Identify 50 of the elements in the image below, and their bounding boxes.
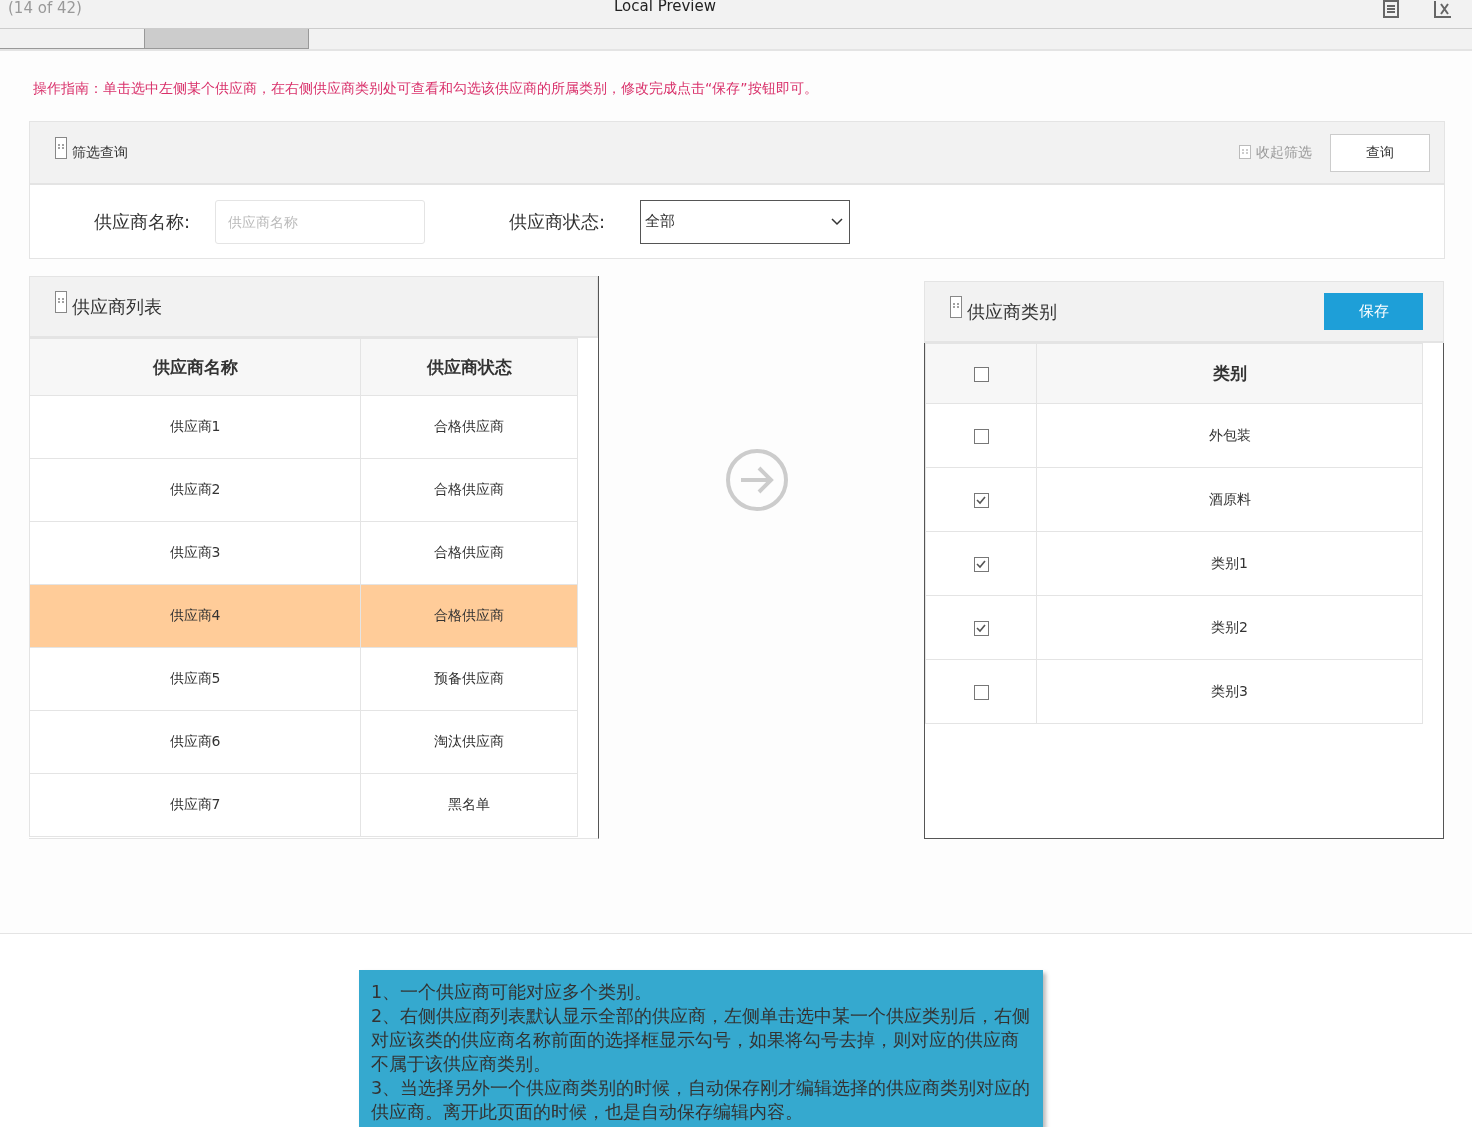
note-text: 3、当选择另外一个供应商类别的时候，自动保存刚才编辑选择的供应商类别对应的供应商。离开此页面的时候，也是自动保存编辑内容。 — [371, 1077, 1031, 1124]
column-header: 类别 — [1036, 343, 1423, 404]
note-text: 1、一个供应商可能对应多个类别。 — [371, 981, 654, 1004]
checkbox[interactable] — [973, 620, 989, 636]
status-dropdown[interactable]: 全部 — [640, 199, 850, 244]
document-icon[interactable] — [1382, 0, 1400, 18]
variable-icon[interactable] — [1433, 0, 1453, 18]
table-cell[interactable]: 供应商1 — [29, 395, 361, 459]
table-cell: 类别2 — [1036, 595, 1423, 660]
broken-image-icon — [1239, 144, 1251, 159]
broken-image-icon — [55, 136, 67, 159]
table-cell: 类别3 — [1036, 659, 1423, 724]
table-cell[interactable]: 合格供应商 — [360, 458, 578, 522]
query-button[interactable]: 查询 — [1330, 133, 1430, 172]
checkbox[interactable] — [973, 684, 989, 700]
page-counter: (14 of 42) — [8, 0, 82, 17]
table-cell[interactable]: 供应商7 — [29, 773, 361, 837]
table-cell: 外包装 — [1036, 403, 1423, 468]
table-cell[interactable]: 供应商5 — [29, 647, 361, 711]
column-header: 供应商名称 — [29, 338, 361, 396]
table-cell[interactable]: 供应商3 — [29, 521, 361, 585]
table-cell[interactable]: 合格供应商 — [360, 521, 578, 585]
broken-image-icon — [55, 290, 67, 313]
table-cell[interactable]: 预备供应商 — [360, 647, 578, 711]
name-input[interactable]: 供应商名称 — [215, 199, 425, 244]
chevron-down-icon — [831, 217, 843, 226]
field-label: 供应商状态: — [507, 209, 605, 234]
table-cell: 类别1 — [1036, 531, 1423, 596]
panel-title: 供应商列表 — [72, 294, 162, 319]
guide-text: 操作指南：单击选中左侧某个供应商，在右侧供应商类别处可查看和勾选该供应商的所属类别，修改完成点击“保存”按钮即可。 — [33, 80, 819, 98]
checkbox[interactable] — [973, 428, 989, 444]
arrow-right-circle-icon — [724, 448, 789, 512]
checkbox[interactable] — [973, 492, 989, 508]
table-cell[interactable]: 合格供应商 — [360, 584, 578, 648]
table-cell[interactable]: 供应商2 — [29, 458, 361, 522]
table-cell: 酒原料 — [1036, 467, 1423, 532]
table-cell[interactable]: 淘汰供应商 — [360, 710, 578, 774]
viewer-title: Local Preview — [614, 0, 717, 15]
field-label: 供应商名称: — [92, 209, 190, 234]
table-cell[interactable]: 黑名单 — [360, 773, 578, 837]
table-cell[interactable]: 供应商6 — [29, 710, 361, 774]
panel-title: 供应商类别 — [967, 299, 1057, 324]
checkbox[interactable] — [973, 367, 989, 382]
column-header: 供应商状态 — [360, 338, 578, 396]
broken-image-icon — [950, 295, 962, 318]
note-text: 2、右侧供应商列表默认显示全部的供应商，左侧单击选中某一个供应类别后，右侧对应该类的供应商名称前面的选择框显示勾号，如果将勾号去掉，则对应的供应商不属于该供应商类别。 — [371, 1005, 1031, 1076]
table-cell[interactable]: 供应商4 — [29, 584, 361, 648]
table-cell[interactable]: 合格供应商 — [360, 395, 578, 459]
filter-title: 筛选查询 — [72, 143, 128, 162]
checkbox[interactable] — [973, 556, 989, 572]
